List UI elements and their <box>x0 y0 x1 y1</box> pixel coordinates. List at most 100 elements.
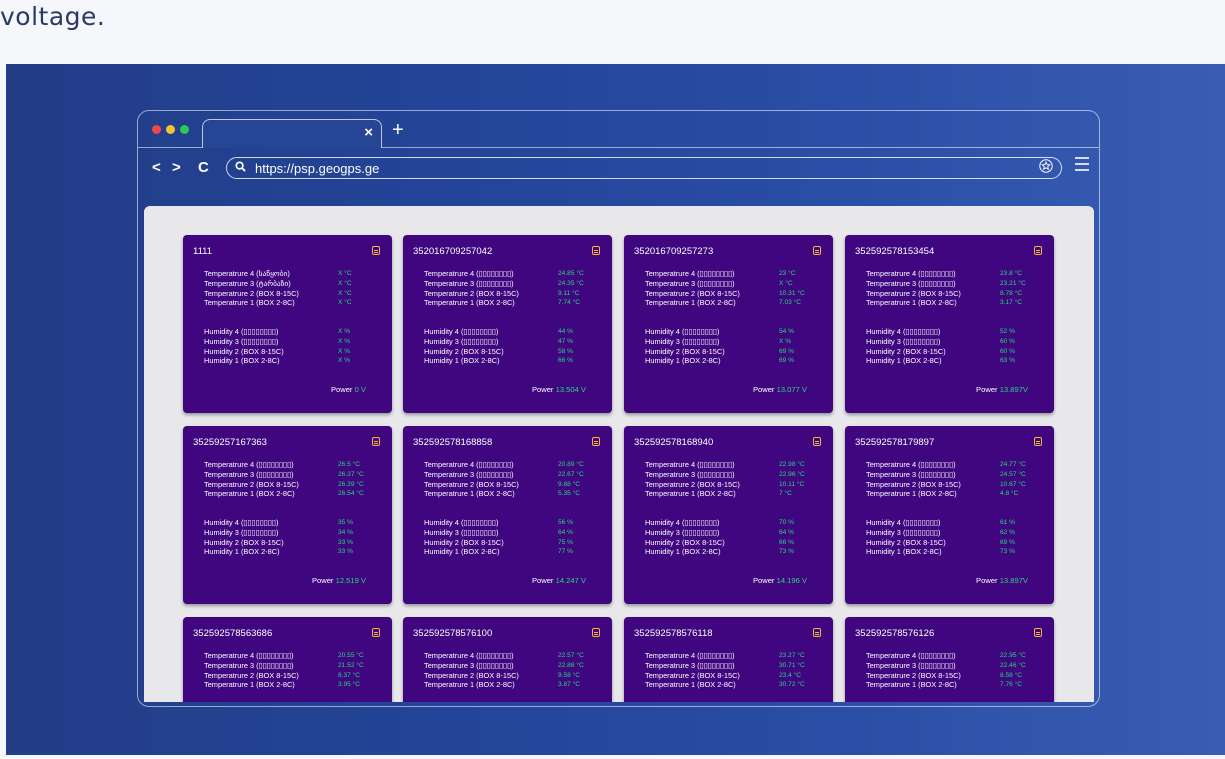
sensor-value: 23.27 °C <box>779 652 805 659</box>
calendar-icon[interactable] <box>592 246 600 255</box>
url-text: https://psp.geogps.ge <box>255 161 380 176</box>
sensor-label: Temperatrure 1 (BOX 2-8C) <box>424 298 515 308</box>
device-id: 352592578168940 <box>634 437 714 448</box>
sensor-label: Temperatrure 2 (BOX 8-15C) <box>866 479 961 489</box>
sensor-value: 9.88 °C <box>558 480 581 488</box>
menu-icon[interactable] <box>1075 157 1089 175</box>
sensor-value: X °C <box>338 279 352 287</box>
sensor-value: 7 °C <box>779 490 792 498</box>
sensor-value: 8.58 °C <box>1000 671 1023 679</box>
calendar-icon[interactable] <box>813 437 821 446</box>
sensor-value: 26.39 °C <box>338 480 364 488</box>
sensor-label: Temperatrure 2 (BOX 8-15C) <box>866 670 961 680</box>
sensor-value: 3.95 °C <box>338 681 361 689</box>
sensor-value: 8.78 °C <box>1000 289 1023 297</box>
sensor-value: 3.87 °C <box>558 681 581 689</box>
sensor-value: 9.58 °C <box>558 671 581 679</box>
calendar-icon[interactable] <box>592 437 600 446</box>
sensor-label: Temperatrure 1 (BOX 2-8C) <box>866 489 957 499</box>
sensor-value: 21.52 °C <box>338 661 364 669</box>
address-bar[interactable]: https://psp.geogps.ge <box>226 157 1062 179</box>
device-card[interactable]: 352592578576118 Temperatrure 4 (▯▯▯▯▯▯▯▯)… <box>624 617 833 702</box>
power-reading: Power 13.897V <box>976 576 1028 585</box>
device-card[interactable]: 352592578576100 Temperatrure 4 (▯▯▯▯▯▯▯▯)… <box>403 617 612 702</box>
sensor-value: 9.11 °C <box>558 289 580 297</box>
sensor-value: 64 % <box>558 528 574 536</box>
sensor-value: 22.95 °C <box>1000 652 1026 659</box>
maximize-window-dot[interactable] <box>180 125 189 134</box>
sensor-value: X % <box>338 328 351 335</box>
device-card[interactable]: 352592578168940 Temperatrure 4 (▯▯▯▯▯▯▯▯)… <box>624 426 833 604</box>
new-tab-icon[interactable]: + <box>392 120 404 140</box>
power-reading: Power 0 V <box>331 385 366 394</box>
calendar-icon[interactable] <box>372 628 380 637</box>
device-card[interactable]: 352592578168858 Temperatrure 4 (▯▯▯▯▯▯▯▯)… <box>403 426 612 604</box>
device-card[interactable]: 352592578563686 Temperatrure 4 (▯▯▯▯▯▯▯▯)… <box>183 617 392 702</box>
sensor-value: 54 % <box>779 328 795 335</box>
power-label: Power <box>330 385 353 394</box>
sensor-label: Humidity 3 (▯▯▯▯▯▯▯▯) <box>424 527 499 537</box>
search-icon <box>235 160 246 175</box>
sensor-label: Humidity 4 (▯▯▯▯▯▯▯▯) <box>204 518 279 527</box>
sensor-label: Temperatrure 3 (▯▯▯▯▯▯▯▯) <box>866 660 956 670</box>
sensor-label: Temperatrure 3 (ტარბაზი) <box>204 278 291 288</box>
power-label: Power <box>752 385 775 394</box>
device-card[interactable]: 352592578179897 Temperatrure 4 (▯▯▯▯▯▯▯▯)… <box>845 426 1054 604</box>
device-id: 1111 <box>193 246 213 257</box>
calendar-icon[interactable] <box>592 628 600 637</box>
sensor-value: 75 % <box>558 538 574 546</box>
browser-tab[interactable]: × <box>202 119 382 148</box>
device-card[interactable]: 352016709257273 Temperatrure 4 (▯▯▯▯▯▯▯▯)… <box>624 235 833 413</box>
sensor-label: Humidity 2 (BOX 8-15C) <box>866 537 946 547</box>
sensor-value: 73 % <box>779 548 795 556</box>
sensor-label: Temperatrure 2 (BOX 8-15C) <box>204 479 299 489</box>
sensor-label: Temperatrure 4 (▯▯▯▯▯▯▯▯) <box>645 460 735 469</box>
device-card[interactable]: 352592578153454 Temperatrure 4 (▯▯▯▯▯▯▯▯)… <box>845 235 1054 413</box>
back-icon[interactable]: < <box>152 160 161 175</box>
sensor-label: Humidity 3 (▯▯▯▯▯▯▯▯) <box>645 336 720 346</box>
sensor-value: 22.96 °C <box>779 470 805 478</box>
sensor-label: Temperatrure 1 (BOX 2-8C) <box>204 489 295 499</box>
sensor-label: Temperatrure 1 (BOX 2-8C) <box>645 298 736 308</box>
sensor-label: Humidity 3 (▯▯▯▯▯▯▯▯) <box>424 336 499 346</box>
tab-bar: × + <box>138 111 1099 148</box>
forward-icon[interactable]: > <box>172 160 181 175</box>
sensor-value: 10.31 °C <box>779 289 805 297</box>
sensor-value: 8.37 °C <box>338 671 361 679</box>
sensor-value: 24.85 °C <box>558 270 584 277</box>
sensor-value: 35 % <box>338 519 354 526</box>
device-card[interactable]: 1111 Temperatrure 4 (საწყობი) X °C Temperat… <box>183 235 392 413</box>
sensor-value: 7.76 °C <box>1000 681 1023 689</box>
calendar-icon[interactable] <box>1034 628 1042 637</box>
sensor-label: Humidity 4 (▯▯▯▯▯▯▯▯) <box>424 518 499 527</box>
star-icon[interactable] <box>1039 159 1053 176</box>
device-card[interactable]: 352592578576126 Temperatrure 4 (▯▯▯▯▯▯▯▯)… <box>845 617 1054 702</box>
device-card[interactable]: 35259257167363 Temperatrure 4 (▯▯▯▯▯▯▯▯) 2… <box>183 426 392 604</box>
calendar-icon[interactable] <box>813 628 821 637</box>
sensor-value: 69 % <box>779 347 795 355</box>
calendar-icon[interactable] <box>1034 246 1042 255</box>
sensor-label: Temperatrure 2 (BOX 8-15C) <box>645 288 740 298</box>
calendar-icon[interactable] <box>1034 437 1042 446</box>
power-value: 13.077 V <box>776 385 807 394</box>
close-window-dot[interactable] <box>152 125 161 134</box>
sensor-label: Humidity 1 (BOX 2-8C) <box>424 356 500 366</box>
device-id: 352592578153454 <box>855 246 935 257</box>
power-value: 14.196 V <box>776 576 807 585</box>
sensor-value: 7.03 °C <box>779 299 802 307</box>
sensor-label: Humidity 3 (▯▯▯▯▯▯▯▯) <box>204 336 279 346</box>
calendar-icon[interactable] <box>372 437 380 446</box>
sensor-label: Temperatrure 2 (BOX 8-15C) <box>424 288 519 298</box>
tab-close-icon[interactable]: × <box>364 124 373 141</box>
minimize-window-dot[interactable] <box>166 125 175 134</box>
sensor-label: Temperatrure 2 (BOX 8-15C) <box>645 670 740 680</box>
sensor-value: 30.72 °C <box>779 681 805 689</box>
sensor-value: 47 % <box>558 337 574 345</box>
calendar-icon[interactable] <box>372 246 380 255</box>
device-card[interactable]: 352016709257042 Temperatrure 4 (▯▯▯▯▯▯▯▯)… <box>403 235 612 413</box>
sensor-value: X % <box>338 337 351 345</box>
calendar-icon[interactable] <box>813 246 821 255</box>
reload-icon[interactable]: C <box>198 160 209 175</box>
sensor-value: 33 % <box>338 538 354 546</box>
sensor-label: Temperatrure 4 (▯▯▯▯▯▯▯▯) <box>424 460 514 469</box>
